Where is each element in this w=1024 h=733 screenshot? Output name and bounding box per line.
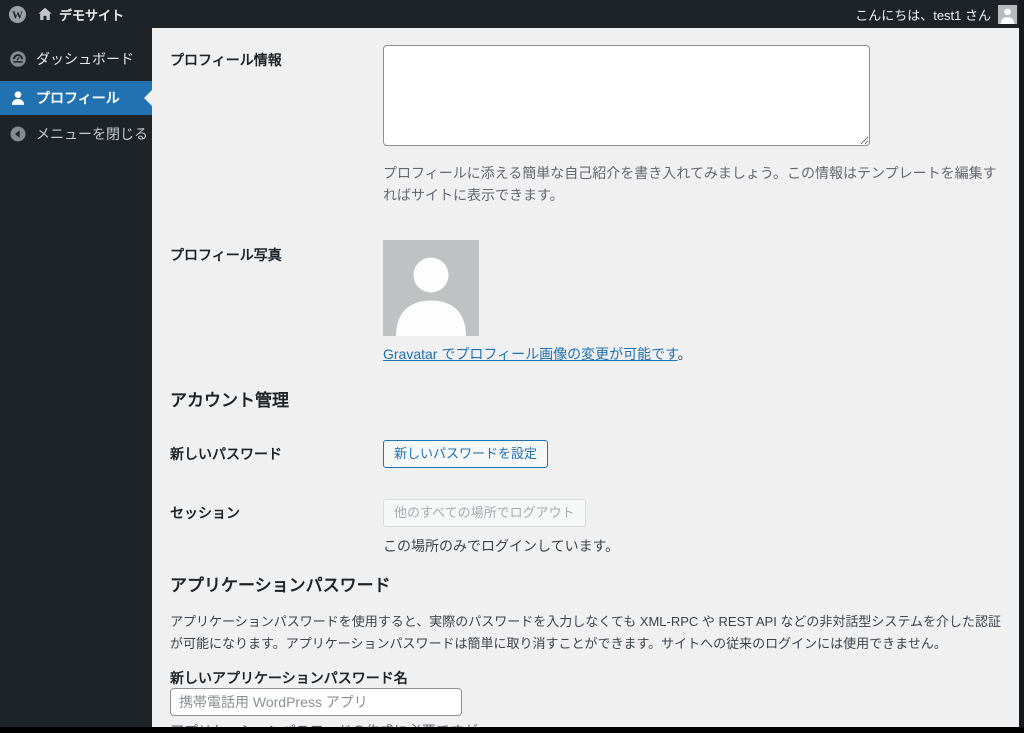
sidebar-item-label: ダッシュボード <box>36 51 134 67</box>
profile-settings-content: プロフィール情報 プロフィールに添える簡単な自己紹介を書き入れてみましょう。この… <box>152 28 1019 727</box>
greeting-text: こんにちは、test1 さん <box>855 7 991 23</box>
gravatar-line: Gravatar でプロフィール画像の変更が可能です。 <box>383 344 1005 364</box>
svg-text:W: W <box>12 9 23 21</box>
bio-textarea[interactable] <box>383 45 870 146</box>
new-password-field: 新しいパスワードを設定 <box>383 440 1005 469</box>
sessions-row: セッション 他のすべての場所でログアウト この場所のみでログインしています。 <box>170 499 1005 556</box>
admin-bar: W デモサイト こんにちは、test1 さん <box>0 0 1024 28</box>
window-edge-bottom <box>0 727 1024 733</box>
application-passwords-heading: アプリケーションパスワード <box>170 576 391 596</box>
gravatar-link-suffix: 。 <box>677 346 692 363</box>
new-app-password-name-label: 新しいアプリケーションパスワード名 <box>170 669 408 686</box>
sessions-field: 他のすべての場所でログアウト この場所のみでログインしています。 <box>383 499 1005 556</box>
bio-description: プロフィールに添える簡単な自己紹介を書き入れてみましょう。この情報はテンプレート… <box>383 165 997 203</box>
sessions-description: この場所のみでログインしています。 <box>383 538 620 555</box>
sessions-label: セッション <box>170 505 240 522</box>
new-app-password-name-input[interactable] <box>170 687 462 716</box>
site-name: デモサイト <box>59 7 125 23</box>
account-menu[interactable]: こんにちは、test1 さん <box>855 0 1024 28</box>
application-passwords-intro: アプリケーションパスワードを使用すると、実際のパスワードを入力しなくても XML… <box>170 614 1002 652</box>
account-management-heading: アカウント管理 <box>170 391 289 411</box>
profile-picture-field: Gravatar でプロフィール画像の変更が可能です。 <box>383 240 1005 364</box>
user-icon <box>11 91 25 105</box>
site-link[interactable]: デモサイト <box>37 0 124 28</box>
wordpress-logo-icon: W <box>8 5 27 23</box>
sidebar-item-profile[interactable]: プロフィール <box>0 81 152 115</box>
set-new-password-button[interactable]: 新しいパスワードを設定 <box>383 440 549 469</box>
wordpress-menu[interactable]: W <box>8 0 27 28</box>
gravatar-link[interactable]: Gravatar でプロフィール画像の変更が可能です <box>383 346 678 362</box>
sidebar-item-label: メニューを閉じる <box>36 126 148 142</box>
new-password-row: 新しいパスワード 新しいパスワードを設定 <box>170 440 1005 469</box>
sidebar-collapse-button[interactable]: メニューを閉じる <box>0 119 152 149</box>
window-edge-right <box>1019 0 1024 733</box>
admin-bar-left: W デモサイト <box>0 0 124 28</box>
sidebar-item-dashboard[interactable]: ダッシュボード <box>0 42 152 76</box>
bio-label: プロフィール情報 <box>170 52 282 68</box>
new-password-label: 新しいパスワード <box>170 446 282 463</box>
admin-sidebar: ダッシュボード プロフィール メニューを閉じる <box>0 28 152 733</box>
collapse-menu-icon <box>10 126 26 142</box>
profile-picture-label: プロフィール写真 <box>170 247 282 264</box>
bio-field: プロフィールに添える簡単な自己紹介を書き入れてみましょう。この情報はテンプレート… <box>383 45 1005 206</box>
profile-picture-row: プロフィール写真 Gravatar でプロフィール画像の変更が可能です。 <box>170 240 1005 364</box>
dashboard-icon <box>10 51 26 67</box>
user-avatar <box>998 4 1017 24</box>
profile-avatar <box>383 240 479 337</box>
home-icon <box>38 7 52 20</box>
bio-row: プロフィール情報 プロフィールに添える簡単な自己紹介を書き入れてみましょう。この… <box>170 45 1005 206</box>
logout-everywhere-button: 他のすべての場所でログアウト <box>383 499 586 528</box>
sidebar-item-label: プロフィール <box>36 90 120 106</box>
